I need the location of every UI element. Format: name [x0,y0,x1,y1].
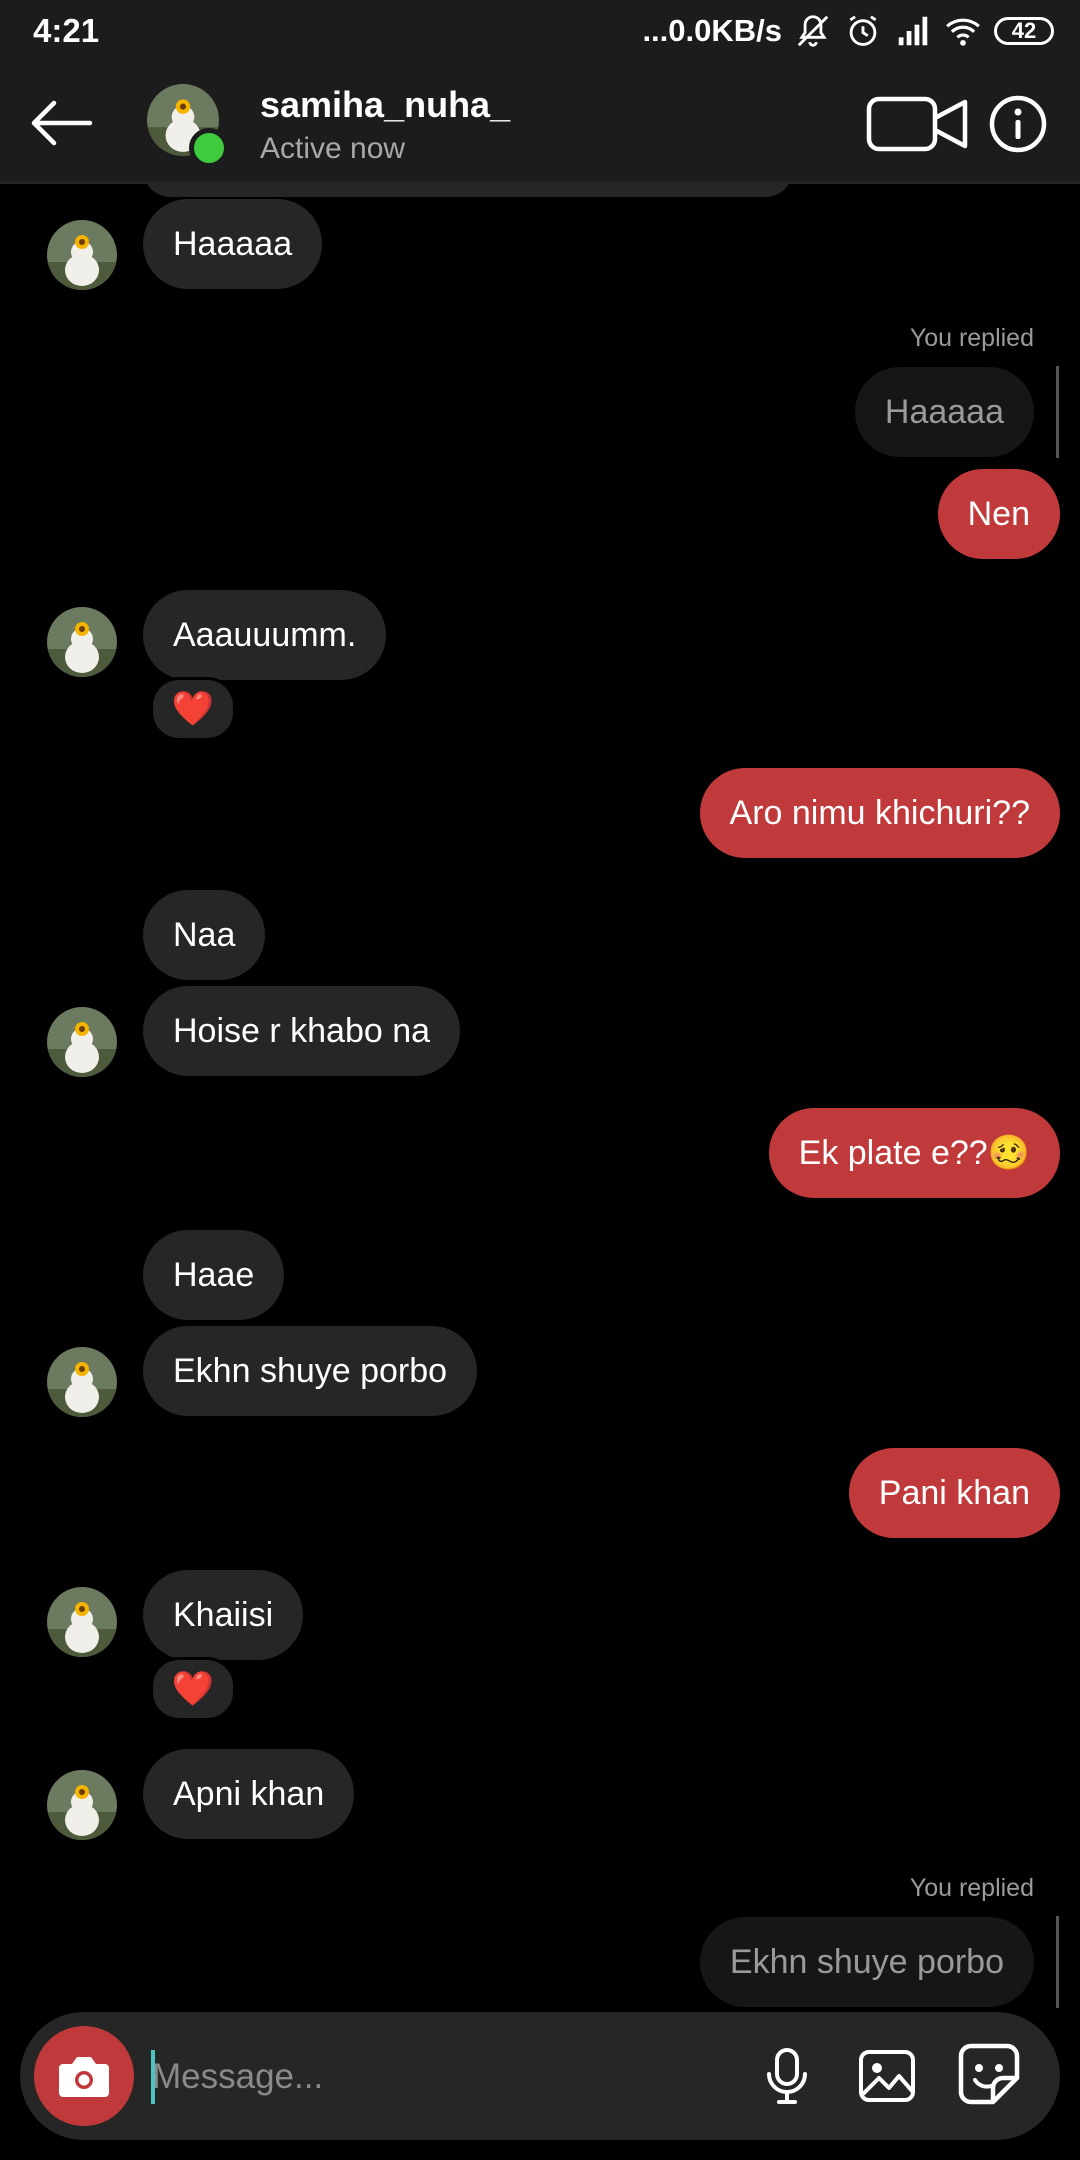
avatar[interactable] [47,607,117,677]
mute-bell-icon [797,15,829,47]
heart-reaction-icon[interactable]: ❤️ [150,677,236,741]
info-icon[interactable] [988,94,1048,154]
avatar[interactable] [47,1587,117,1657]
incoming-message[interactable]: Khaiisi [143,1570,304,1660]
alarm-icon [849,15,877,46]
status-bar: 4:21 ...0.0KB/s 42 [0,0,1080,62]
partial-message-bubble [143,182,793,197]
microphone-icon[interactable] [755,2044,819,2108]
signal-icon [898,16,928,46]
network-speed: ...0.0KB/s [642,13,782,48]
reply-label: You replied [909,1874,1034,1902]
outgoing-message[interactable]: Pani khan [848,1448,1060,1538]
incoming-message[interactable]: Ekhn shuye porbo [143,1326,478,1416]
sticker-icon[interactable] [955,2040,1023,2108]
status-time: 4:21 [33,12,100,49]
avatar[interactable] [47,1347,117,1417]
video-call-icon[interactable] [866,96,970,152]
reply-indicator-line [1056,366,1059,458]
battery-icon: 42 [994,17,1054,45]
avatar[interactable] [47,220,117,290]
incoming-message[interactable]: Apni khan [143,1749,355,1839]
message-input[interactable] [150,2038,714,2116]
outgoing-message[interactable]: Nen [937,469,1060,559]
replied-to-message[interactable]: Haaaaa [854,367,1034,457]
contact-status: Active now [260,132,406,165]
incoming-message[interactable]: Hoise r khabo na [143,986,461,1076]
heart-reaction-icon[interactable]: ❤️ [150,1657,236,1721]
reply-indicator-line [1056,1916,1059,2008]
incoming-message[interactable]: Haae [143,1230,285,1320]
camera-icon [59,2057,109,2097]
text-cursor [151,2050,155,2104]
outgoing-message[interactable]: Aro nimu khichuri?? [699,768,1060,858]
message-thread[interactable]: Haaaaa You replied Haaaaa Nen Aaauuumm. … [0,182,1080,2012]
gallery-icon[interactable] [855,2044,919,2108]
message-composer [20,2012,1060,2140]
camera-button[interactable] [34,2026,134,2126]
incoming-message[interactable]: Haaaaa [143,199,323,289]
replied-to-message[interactable]: Ekhn shuye porbo [699,1917,1034,2007]
outgoing-message[interactable]: Ek plate e??🥴 [768,1108,1060,1198]
status-icons: ...0.0KB/s 42 [642,10,1054,52]
reply-label: You replied [909,324,1034,352]
contact-username[interactable]: samiha_nuha_ [260,84,510,126]
incoming-message[interactable]: Naa [143,890,266,980]
online-indicator [189,128,229,168]
back-arrow-icon[interactable] [28,98,94,148]
chat-header: samiha_nuha_ Active now [0,62,1080,184]
avatar[interactable] [47,1007,117,1077]
avatar[interactable] [47,1770,117,1840]
incoming-message[interactable]: Aaauuumm. [143,590,387,680]
wifi-icon [946,18,980,46]
